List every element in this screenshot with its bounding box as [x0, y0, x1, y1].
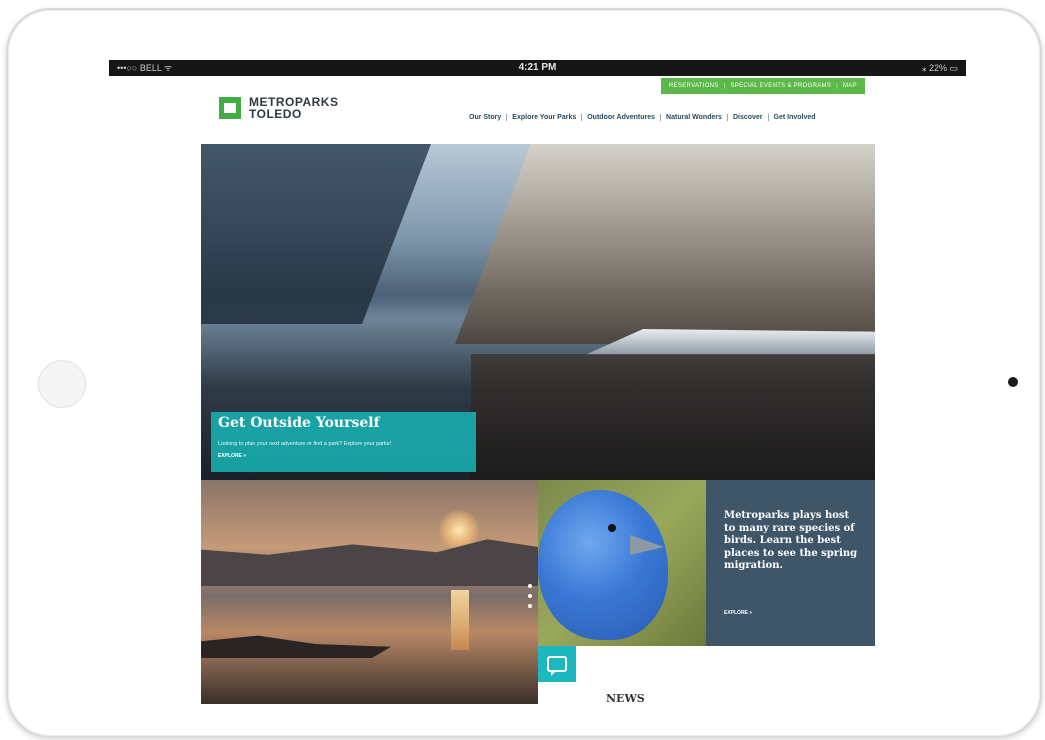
ipad-device: •••○○ BELL ᯤ 4:21 PM ⁎ 22% ▭ RESERVATION…	[6, 8, 1042, 738]
device-screen: •••○○ BELL ᯤ 4:21 PM ⁎ 22% ▭ RESERVATION…	[109, 60, 966, 704]
news-section: NEWS	[538, 646, 875, 704]
nav-get-involved[interactable]: Get Involved	[767, 114, 821, 121]
status-bar: •••○○ BELL ᯤ 4:21 PM ⁎ 22% ▭	[109, 60, 966, 76]
utility-separator: |	[836, 83, 838, 89]
bird-body	[538, 490, 668, 640]
news-heading: NEWS	[606, 692, 645, 704]
hero-explore-link[interactable]: EXPLORE »	[218, 453, 246, 459]
birds-feature-text: Metroparks plays host to many rare speci…	[724, 510, 858, 571]
nav-discover[interactable]: Discover	[726, 114, 768, 121]
utility-link-special-events[interactable]: SPECIAL EVENTS & PROGRAMS	[730, 78, 831, 94]
home-button[interactable]	[38, 360, 86, 408]
hero-water-reflection	[471, 354, 875, 480]
status-time: 4:21 PM	[518, 62, 557, 73]
battery-indicator: ⁎ 22% ▭	[921, 63, 958, 73]
hero-trees-left	[201, 144, 431, 324]
hero-title: Get Outside Yourself	[218, 415, 380, 431]
chat-button[interactable]	[538, 646, 576, 682]
utility-separator: |	[723, 83, 726, 89]
utility-link-map[interactable]: MAP	[843, 78, 857, 94]
main-navigation: Our Story Explore Your Parks Outdoor Adv…	[464, 114, 821, 121]
metroparks-logo-icon	[219, 97, 241, 119]
nav-outdoor-adventures[interactable]: Outdoor Adventures	[581, 114, 660, 121]
hero-winter-river-image: Get Outside Yourself Looking to plan you…	[201, 144, 875, 480]
nav-our-story[interactable]: Our Story	[464, 114, 506, 121]
chat-bubble-icon	[547, 656, 567, 676]
slider-dots	[528, 584, 532, 608]
nav-explore-your-parks[interactable]: Explore Your Parks	[506, 114, 581, 121]
bluebird-image	[538, 480, 706, 646]
nav-natural-wonders[interactable]: Natural Wonders	[660, 114, 727, 121]
bird-eye	[608, 524, 616, 532]
hero-description: Looking to plan your next adventure or f…	[218, 441, 392, 447]
logo-line-2: TOLEDO	[249, 107, 302, 121]
web-page: RESERVATIONS | SPECIAL EVENTS & PROGRAMS…	[109, 76, 966, 704]
utility-nav: RESERVATIONS | SPECIAL EVENTS & PROGRAMS…	[661, 78, 865, 94]
site-logo[interactable]: METROPARKS TOLEDO	[219, 96, 338, 120]
hero-caption-box: Get Outside Yourself Looking to plan you…	[211, 412, 476, 472]
foreground-rocks	[201, 635, 391, 658]
sun-reflection	[451, 590, 469, 650]
slider-dot[interactable]	[528, 604, 532, 608]
slider-dot[interactable]	[528, 594, 532, 598]
hero-trees-right	[455, 144, 875, 344]
distant-hills	[201, 539, 538, 586]
utility-link-reservations[interactable]: RESERVATIONS	[669, 78, 719, 94]
front-camera	[1008, 377, 1018, 387]
sunset-lake-image	[201, 480, 538, 704]
slider-dot[interactable]	[528, 584, 532, 588]
birds-explore-link[interactable]: EXPLORE »	[724, 610, 752, 616]
logo-wordmark: METROPARKS TOLEDO	[249, 96, 338, 120]
birds-feature-panel: Metroparks plays host to many rare speci…	[706, 480, 875, 646]
